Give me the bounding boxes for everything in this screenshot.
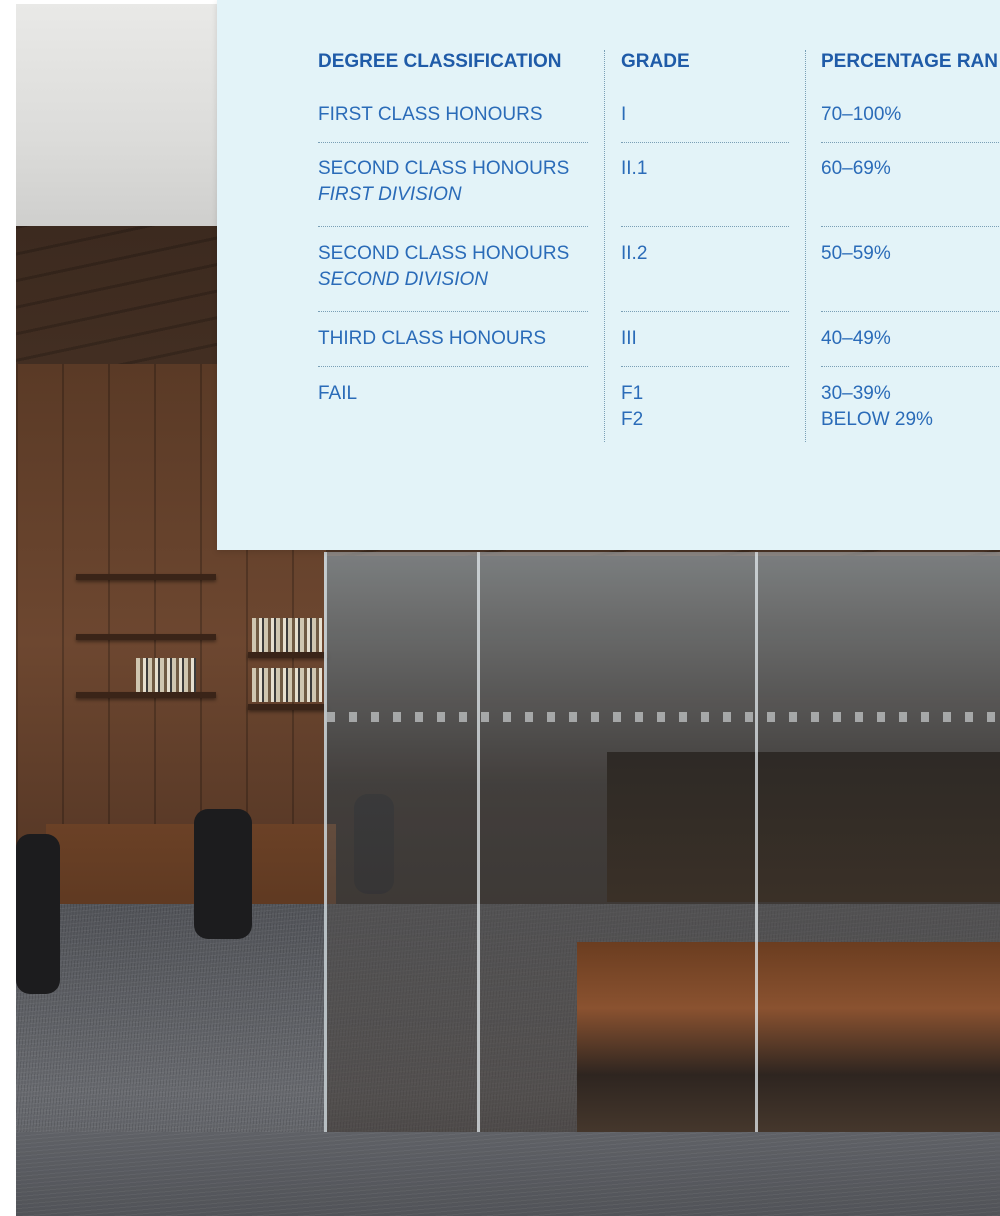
classification-label: FIRST CLASS HONOURS <box>318 104 543 125</box>
grade-second-second: II.2 <box>621 241 647 267</box>
row-divider <box>821 366 1000 367</box>
grade-value-secondary: F2 <box>621 409 644 430</box>
row-divider <box>621 311 789 312</box>
shelf <box>76 574 216 580</box>
books <box>252 668 322 702</box>
shelf <box>248 704 328 710</box>
row-divider <box>821 226 1000 227</box>
row-divider <box>821 142 1000 143</box>
range-value: 70–100% <box>821 104 902 125</box>
glass-mullion <box>477 552 480 1136</box>
division-label: SECOND DIVISION <box>318 269 488 290</box>
classification-first: FIRST CLASS HONOURS <box>318 102 543 128</box>
grade-third: III <box>621 326 637 352</box>
classification-label: FAIL <box>318 383 358 404</box>
range-value: 40–49% <box>821 328 891 349</box>
range-first: 70–100% <box>821 102 901 128</box>
division-label: FIRST DIVISION <box>318 184 462 205</box>
row-divider <box>318 142 588 143</box>
header-classification: DEGREE CLASSIFICATION <box>318 51 562 72</box>
shelf <box>248 652 328 658</box>
row-divider <box>621 142 789 143</box>
range-fail: 30–39% BELOW 29% <box>821 381 933 433</box>
grade-first: I <box>621 102 626 128</box>
glass-mullion <box>755 552 758 1136</box>
range-value: 50–59% <box>821 243 891 264</box>
percentage-column: PERCENTAGE RAN 70–100% 60–69% 50–59% 40–… <box>821 50 1000 442</box>
row-divider <box>318 366 588 367</box>
range-value: 60–69% <box>821 158 891 179</box>
header-grade: GRADE <box>621 51 690 72</box>
glass-frosting-band <box>327 712 1000 722</box>
classification-fail: FAIL <box>318 381 357 407</box>
books <box>136 658 196 692</box>
grade-value: I <box>621 104 627 125</box>
shelf <box>76 692 216 698</box>
row-divider <box>621 226 789 227</box>
row-divider <box>621 366 789 367</box>
row-divider <box>821 311 1000 312</box>
office-chair <box>194 809 252 939</box>
range-value: 30–39% <box>821 383 891 404</box>
range-second-first: 60–69% <box>821 156 891 182</box>
classification-second-second: SECOND CLASS HONOURS SECOND DIVISION <box>318 241 569 293</box>
range-value-secondary: BELOW 29% <box>821 409 933 430</box>
classification-column: DEGREE CLASSIFICATION FIRST CLASS HONOUR… <box>318 50 588 442</box>
office-interior <box>607 752 1000 902</box>
grade-fail: F1 F2 <box>621 381 643 433</box>
classification-label: SECOND CLASS HONOURS <box>318 243 570 264</box>
grade-table-panel: DEGREE CLASSIFICATION FIRST CLASS HONOUR… <box>217 0 1000 550</box>
grade-column: GRADE I II.1 II.2 III F1 F2 <box>621 50 789 442</box>
column-separator <box>805 50 806 442</box>
grade-value: II.2 <box>621 243 648 264</box>
range-third: 40–49% <box>821 326 891 352</box>
grade-value: III <box>621 328 637 349</box>
grade-second-first: II.1 <box>621 156 647 182</box>
range-second-second: 50–59% <box>821 241 891 267</box>
grade-value: II.1 <box>621 158 648 179</box>
column-separator <box>604 50 605 442</box>
classification-label: SECOND CLASS HONOURS <box>318 158 570 179</box>
classification-second-first: SECOND CLASS HONOURS FIRST DIVISION <box>318 156 569 208</box>
office-chair <box>16 834 60 994</box>
shelf <box>76 634 216 640</box>
books <box>252 618 322 652</box>
carpet-foreground <box>16 1132 1000 1216</box>
glass-room <box>324 552 1000 1136</box>
classification-third: THIRD CLASS HONOURS <box>318 326 546 352</box>
grade-value: F1 <box>621 383 644 404</box>
atrium-opening <box>577 942 1000 1132</box>
row-divider <box>318 226 588 227</box>
header-percentage: PERCENTAGE RAN <box>821 51 998 72</box>
classification-label: THIRD CLASS HONOURS <box>318 328 547 349</box>
row-divider <box>318 311 588 312</box>
